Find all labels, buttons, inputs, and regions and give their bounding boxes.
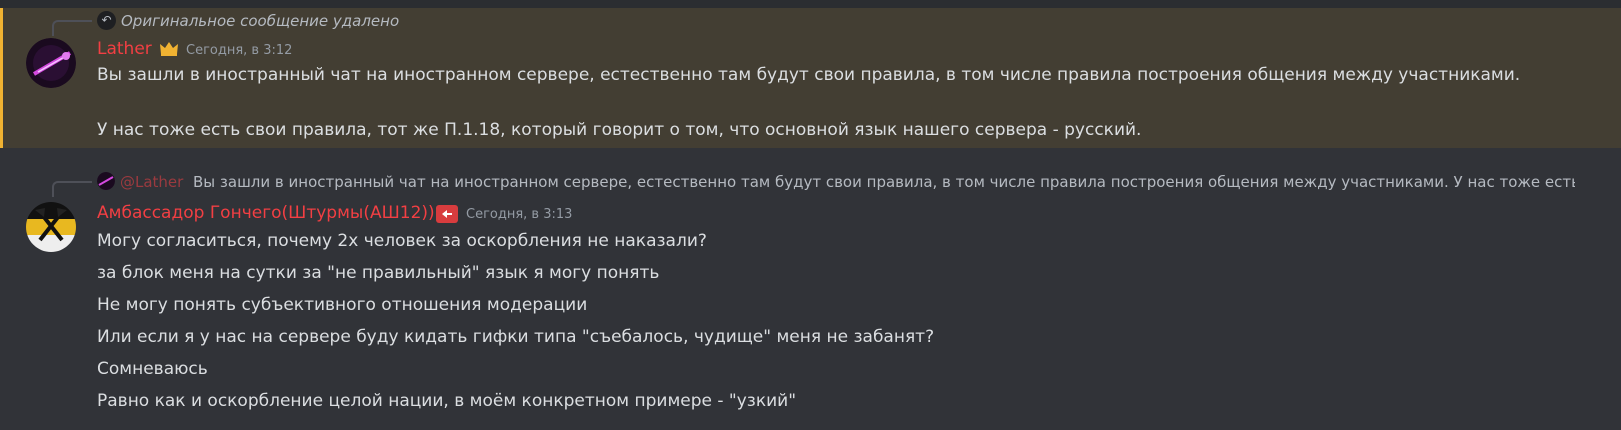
message-line: Не могу понять субъективного отношения м…	[97, 295, 588, 315]
deleted-reply-text: Оригинальное сообщение удалено	[121, 12, 400, 30]
reply-spine	[52, 20, 92, 36]
message-line: Вы зашли в иностранный чат на иностранно…	[97, 65, 1521, 85]
reply-mention[interactable]: @Lather	[120, 172, 183, 192]
reply-arrow-icon: ↶	[97, 11, 116, 30]
timestamp: Сегодня, в 3:12	[186, 43, 293, 58]
message-line: за блок меня на сутки за "не правильный"…	[97, 263, 660, 283]
username[interactable]: Lather	[97, 38, 152, 60]
message-line: Могу согласиться, почему 2х человек за о…	[97, 231, 707, 251]
crown-icon	[159, 41, 179, 57]
role-badge-icon	[436, 205, 458, 223]
timestamp: Сегодня, в 3:13	[466, 207, 573, 222]
top-divider	[0, 0, 1621, 8]
avatar[interactable]	[26, 38, 76, 88]
message-line: Или если я у нас на сервере буду кидать …	[97, 327, 935, 347]
avatar[interactable]	[26, 202, 76, 252]
reply-spine	[52, 181, 92, 197]
message-line: У нас тоже есть свои правила, тот же П.1…	[97, 120, 1142, 140]
mention-highlight-bar	[0, 8, 3, 148]
reply-preview-text[interactable]: Вы зашли в иностранный чат на иностранно…	[193, 172, 1575, 192]
message-line: Равно как и оскорбление целой нации, в м…	[97, 391, 797, 411]
message-line: Сомневаюсь	[97, 359, 208, 379]
username[interactable]: Амбассадор Гончего(Штурмы(АШ12))	[97, 202, 435, 224]
message-highlighted[interactable]: ↶ Оригинальное сообщение удалено Lather …	[0, 8, 1621, 148]
chat-view: ↶ Оригинальное сообщение удалено Lather …	[0, 0, 1621, 430]
reply-avatar[interactable]	[97, 172, 115, 190]
